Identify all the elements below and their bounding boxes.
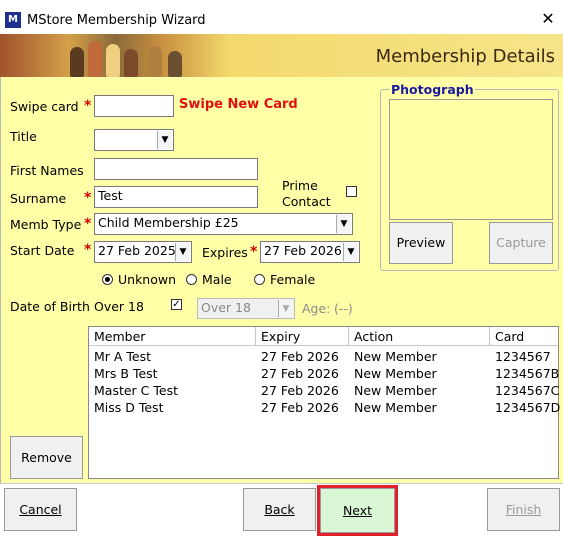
footer-divider xyxy=(0,483,563,484)
banner-photo xyxy=(0,34,230,77)
table-row-member[interactable]: Miss D Test xyxy=(94,400,163,415)
expires-value: 27 Feb 2026 xyxy=(264,243,342,258)
title-bar: M MStore Membership Wizard ✕ xyxy=(0,0,563,34)
capture-button: Capture xyxy=(489,222,553,264)
table-row-action[interactable]: New Member xyxy=(354,366,437,381)
table-row-card[interactable]: 1234567C xyxy=(495,383,559,398)
dob-value: Over 18 xyxy=(201,300,251,315)
banner-figure xyxy=(168,51,182,77)
table-row-expiry[interactable]: 27 Feb 2026 xyxy=(261,366,339,381)
banner-figure xyxy=(106,44,120,77)
window-title: MStore Membership Wizard xyxy=(27,13,206,28)
table-row-expiry[interactable]: 27 Feb 2026 xyxy=(261,400,339,415)
table-row-action[interactable]: New Member xyxy=(354,400,437,415)
members-table[interactable]: Member Expiry Action Card Mr A Test 27 F… xyxy=(88,326,560,479)
gender-unknown-radio[interactable] xyxy=(102,274,113,285)
surname-label: Surname xyxy=(10,191,67,206)
banner-figure xyxy=(88,41,102,77)
column-header-action[interactable]: Action xyxy=(349,327,490,346)
gender-unknown-label: Unknown xyxy=(118,272,177,287)
start-date-value: 27 Feb 2025 xyxy=(98,243,176,258)
prime-contact-label-line2: Contact xyxy=(282,194,331,209)
age-label: Age: xyxy=(302,301,331,316)
swipe-card-label: Swipe card xyxy=(10,99,79,114)
first-names-label: First Names xyxy=(10,163,84,178)
over-18-label: Over 18 xyxy=(94,299,144,314)
table-row-member[interactable]: Mrs B Test xyxy=(94,366,158,381)
memb-type-value: Child Membership £25 xyxy=(98,215,239,230)
banner-figure xyxy=(148,46,162,77)
remove-button[interactable]: Remove xyxy=(10,436,83,479)
chevron-down-icon[interactable]: ▼ xyxy=(336,215,351,233)
header-banner: Membership Details xyxy=(0,34,563,77)
finish-button: Finish xyxy=(487,488,560,531)
gender-female-radio[interactable] xyxy=(254,274,265,285)
chevron-down-icon[interactable]: ▼ xyxy=(175,243,190,261)
banner-figure xyxy=(124,49,138,77)
over-18-checkbox[interactable]: ✓ xyxy=(171,299,182,310)
gender-male-radio[interactable] xyxy=(186,274,197,285)
table-row-member[interactable]: Mr A Test xyxy=(94,349,151,364)
table-row-member[interactable]: Master C Test xyxy=(94,383,178,398)
first-names-input[interactable] xyxy=(94,158,258,180)
age-value: (--) xyxy=(334,301,353,316)
photograph-legend: Photograph xyxy=(390,82,475,97)
table-row-card[interactable]: 1234567D xyxy=(495,400,560,415)
prime-contact-label-line1: Prime xyxy=(282,178,318,193)
prime-contact-checkbox[interactable] xyxy=(346,186,357,197)
title-label: Title xyxy=(10,129,37,144)
start-date-picker[interactable]: 27 Feb 2025 ▼ xyxy=(94,241,192,263)
required-marker: * xyxy=(84,190,92,206)
chevron-down-icon: ▼ xyxy=(278,300,293,317)
membership-wizard-window: M MStore Membership Wizard ✕ Membership … xyxy=(0,0,563,540)
next-highlight-frame xyxy=(317,485,398,536)
column-header-card[interactable]: Card xyxy=(490,327,558,346)
back-button[interactable]: Back xyxy=(243,488,316,531)
memb-type-label: Memb Type xyxy=(10,217,82,232)
required-marker: * xyxy=(250,244,258,260)
dob-label: Date of Birth xyxy=(10,299,90,314)
banner-figure xyxy=(70,47,84,77)
gender-female-label: Female xyxy=(270,272,316,287)
column-header-member[interactable]: Member xyxy=(89,327,256,346)
photo-frame xyxy=(389,99,553,220)
chevron-down-icon[interactable]: ▼ xyxy=(343,243,358,261)
page-title: Membership Details xyxy=(375,46,555,67)
cancel-button[interactable]: Cancel xyxy=(4,488,77,531)
swipe-card-input[interactable] xyxy=(94,95,174,117)
gender-male-label: Male xyxy=(202,272,232,287)
start-date-label: Start Date xyxy=(10,243,75,258)
required-marker: * xyxy=(84,98,92,114)
table-row-card[interactable]: 1234567B xyxy=(495,366,559,381)
table-row-action[interactable]: New Member xyxy=(354,349,437,364)
table-row-expiry[interactable]: 27 Feb 2026 xyxy=(261,349,339,364)
required-marker: * xyxy=(84,216,92,232)
chevron-down-icon[interactable]: ▼ xyxy=(157,131,172,149)
swipe-new-card-prompt: Swipe New Card xyxy=(179,97,298,112)
title-select[interactable]: ▼ xyxy=(94,129,174,151)
expires-label: Expires xyxy=(202,245,248,260)
close-icon[interactable]: ✕ xyxy=(539,10,557,28)
dob-select: Over 18 ▼ xyxy=(197,298,295,319)
table-row-expiry[interactable]: 27 Feb 2026 xyxy=(261,383,339,398)
expires-date-picker[interactable]: 27 Feb 2026 ▼ xyxy=(260,241,360,263)
mstore-app-icon: M xyxy=(5,12,21,28)
required-marker: * xyxy=(84,242,92,258)
memb-type-select[interactable]: Child Membership £25 ▼ xyxy=(94,213,353,235)
table-row-card[interactable]: 1234567 xyxy=(495,349,551,364)
surname-input[interactable]: Test xyxy=(94,186,258,208)
table-row-action[interactable]: New Member xyxy=(354,383,437,398)
preview-button[interactable]: Preview xyxy=(389,222,453,264)
column-header-expiry[interactable]: Expiry xyxy=(256,327,349,346)
